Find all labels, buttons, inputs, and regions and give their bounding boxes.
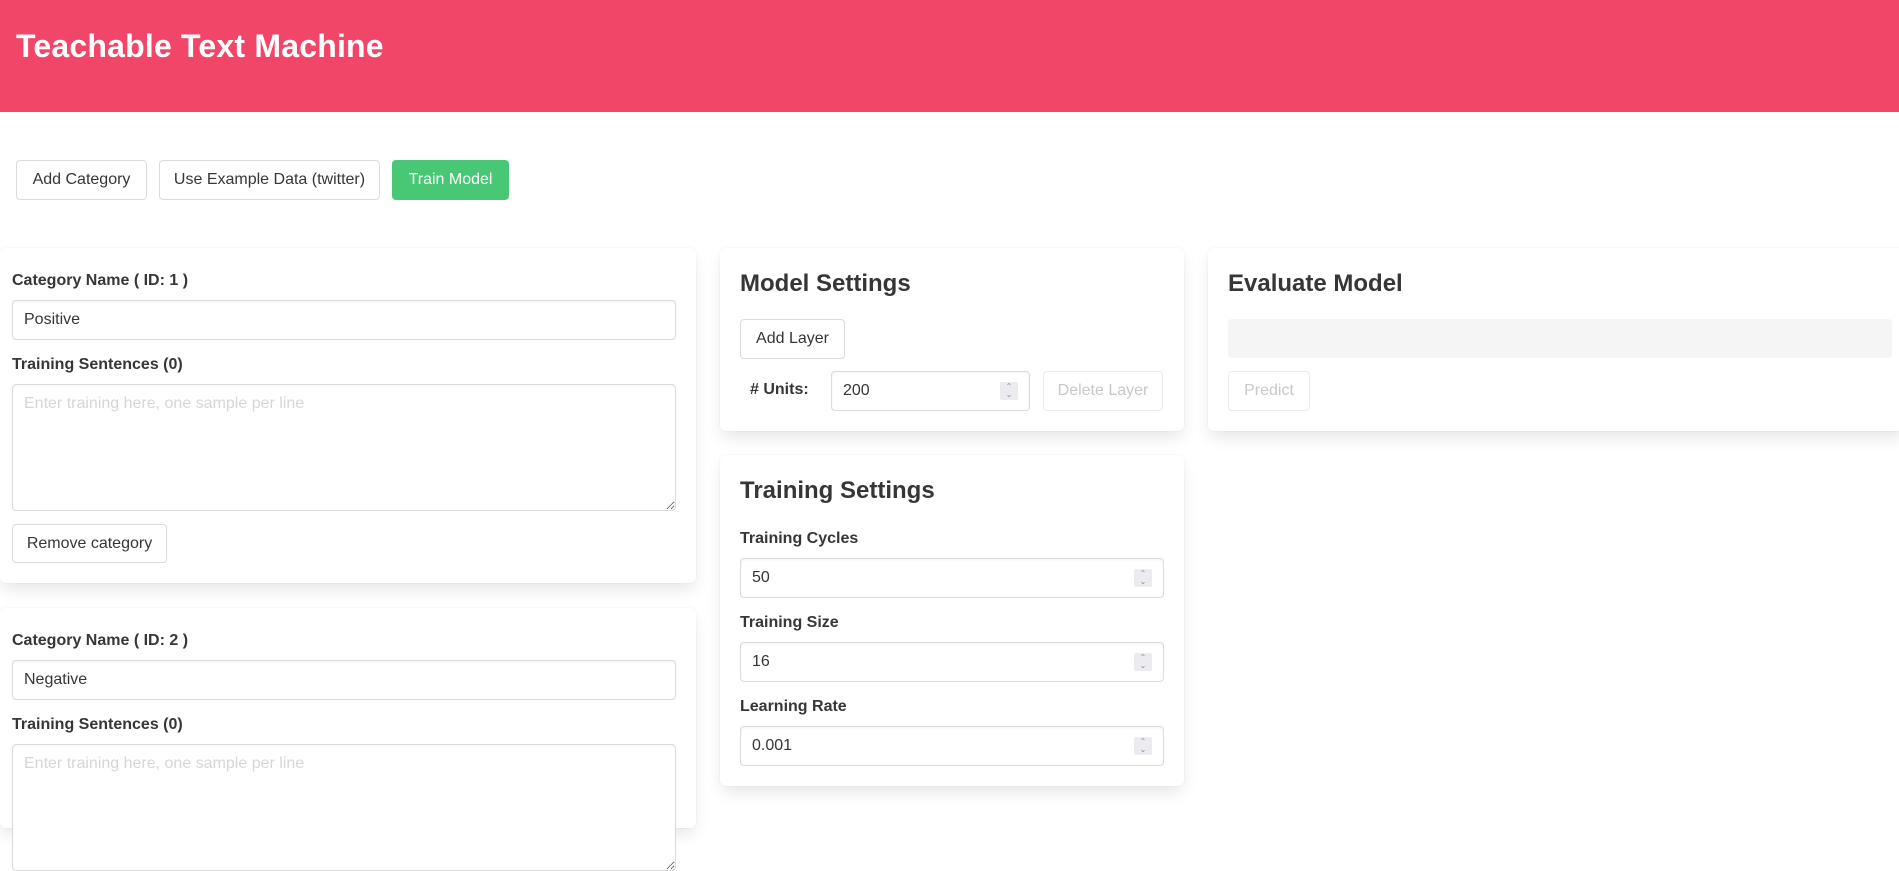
add-layer-button[interactable]: Add Layer xyxy=(740,319,845,359)
training-size-input[interactable] xyxy=(740,642,1164,682)
delete-layer-button[interactable]: Delete Layer xyxy=(1043,371,1163,411)
number-spinner-icon[interactable]: ⌃ ⌄ xyxy=(1134,653,1152,671)
learning-rate-field: ⌃⌄ xyxy=(740,726,1164,766)
add-category-button[interactable]: Add Category xyxy=(16,160,147,200)
app-title: Teachable Text Machine xyxy=(16,28,384,64)
remove-category-button[interactable]: Remove category xyxy=(12,524,167,563)
category-name-input[interactable] xyxy=(12,300,676,340)
training-sentences-textarea[interactable] xyxy=(12,384,676,511)
predict-button[interactable]: Predict xyxy=(1228,371,1310,411)
training-cycles-field: ⌃⌄ xyxy=(740,558,1164,598)
category-name-label: Category Name ( ID: 1 ) xyxy=(12,272,189,289)
training-sentences-label: Training Sentences (0) xyxy=(12,716,183,733)
training-cycles-label: Training Cycles xyxy=(740,530,859,547)
number-spinner-icon[interactable]: ⌃ ⌄ xyxy=(1000,382,1018,400)
training-size-label: Training Size xyxy=(740,614,839,631)
evaluate-model-card: Evaluate Model Predict xyxy=(1208,248,1899,431)
learning-rate-input[interactable] xyxy=(740,726,1164,766)
evaluate-model-title: Evaluate Model xyxy=(1228,270,1403,297)
app-header: Teachable Text Machine xyxy=(0,0,1899,112)
training-sentences-textarea[interactable] xyxy=(12,744,676,871)
training-settings-title: Training Settings xyxy=(740,477,935,504)
use-example-data-button[interactable]: Use Example Data (twitter) xyxy=(159,160,380,200)
training-cycles-input[interactable] xyxy=(740,558,1164,598)
category-card-2: Category Name ( ID: 2 ) Training Sentenc… xyxy=(0,608,696,871)
category-name-input[interactable] xyxy=(12,660,676,700)
training-settings-card: Training Settings Training Cycles ⌃⌄ Tra… xyxy=(720,455,1184,786)
training-size-field: ⌃⌄ xyxy=(740,642,1164,682)
training-sentences-label: Training Sentences (0) xyxy=(12,356,183,373)
model-settings-card: Model Settings Add Layer # Units: ⌃⌄ Del… xyxy=(720,248,1184,431)
category-card-1: Category Name ( ID: 1 ) Training Sentenc… xyxy=(0,248,696,583)
units-field: ⌃⌄ xyxy=(831,371,1030,411)
category-name-label: Category Name ( ID: 2 ) xyxy=(12,632,189,649)
evaluate-text-input[interactable] xyxy=(1228,319,1892,358)
number-spinner-icon[interactable]: ⌃ ⌄ xyxy=(1134,737,1152,755)
units-label: # Units: xyxy=(750,381,809,398)
train-model-button[interactable]: Train Model xyxy=(392,160,509,200)
learning-rate-label: Learning Rate xyxy=(740,698,847,715)
model-settings-title: Model Settings xyxy=(740,270,911,297)
number-spinner-icon[interactable]: ⌃ ⌄ xyxy=(1134,569,1152,587)
